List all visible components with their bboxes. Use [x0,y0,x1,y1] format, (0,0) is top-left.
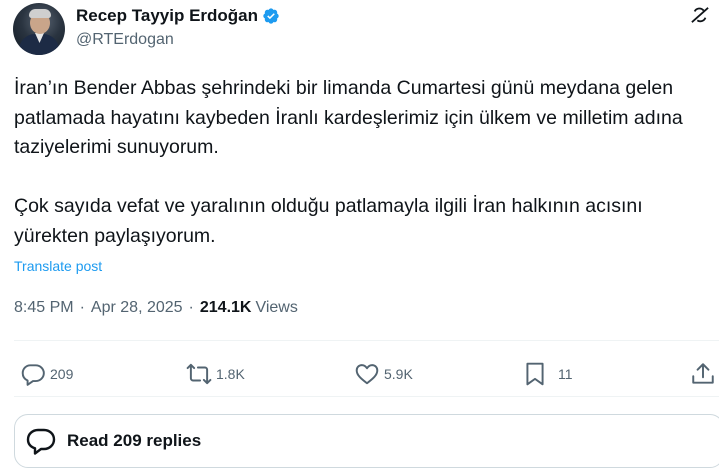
views-count[interactable]: 214.1K [200,299,252,317]
like-icon [355,364,379,385]
read-replies-label: Read 209 replies [67,431,202,450]
post-text: İran’ın Bender Abbas şehrindeki bir lima… [14,77,683,247]
grok-icon[interactable] [689,6,711,24]
bookmark-button[interactable]: 11 [522,358,573,390]
post-metadata: 8:45 PM · Apr 28, 2025 · 214.1K Views [14,299,298,317]
divider [14,340,719,341]
separator-dot: · [188,299,194,316]
divider [14,396,719,397]
reply-icon [21,364,45,386]
views-label: Views [255,299,298,316]
post-time[interactable]: 8:45 PM [14,299,74,317]
repost-count: 1.8K [216,366,245,382]
reply-button[interactable]: 209 [20,358,73,390]
avatar[interactable] [13,3,65,55]
verified-badge-icon [263,8,279,24]
repost-button[interactable]: 1.8K [186,358,245,390]
author-display-name[interactable]: Recep Tayyip Erdoğan [76,6,258,26]
bookmark-icon [526,362,544,386]
translate-post-link[interactable]: Translate post [14,258,102,274]
share-button[interactable] [690,358,716,390]
post-date[interactable]: Apr 28, 2025 [91,299,183,317]
share-icon [692,363,714,384]
like-button[interactable]: 5.9K [354,358,413,390]
bookmark-count: 11 [558,366,573,382]
separator-dot: · [79,299,85,316]
author-handle[interactable]: @RTErdogan [76,31,174,49]
action-bar: 209 1.8K 5.9K 11 [0,358,719,390]
repost-icon [186,363,212,385]
read-replies-button[interactable]: Read 209 replies [14,414,719,468]
replies-bubble-icon [26,428,56,455]
author-name-row: Recep Tayyip Erdoğan [76,6,280,26]
reply-count: 209 [50,366,74,382]
post-card: Recep Tayyip Erdoğan @RTErdogan İran’ın … [0,0,719,470]
like-count: 5.9K [384,366,413,382]
